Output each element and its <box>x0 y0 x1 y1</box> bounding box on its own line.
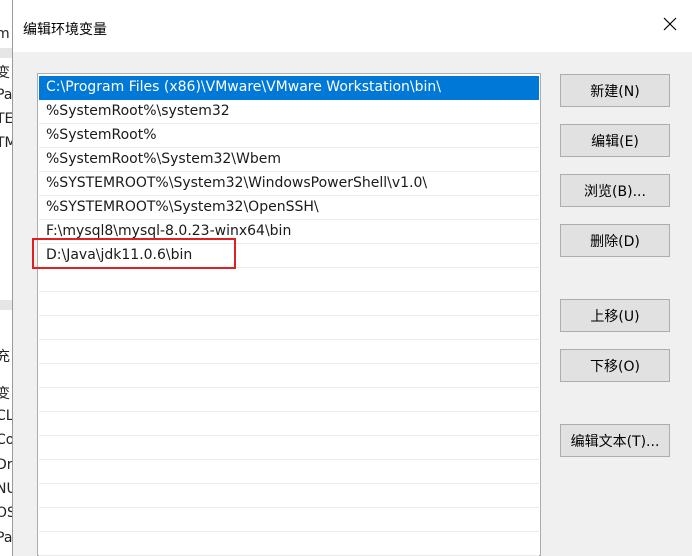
background-band <box>0 300 12 310</box>
path-list[interactable]: C:\Program Files (x86)\VMware\VMware Wor… <box>37 73 541 556</box>
path-item-text: D:\Java\jdk11.0.6\bin <box>46 247 193 263</box>
path-list-empty-row[interactable] <box>39 532 539 556</box>
path-list-empty-row[interactable] <box>39 340 539 364</box>
path-list-item[interactable]: %SYSTEMROOT%\System32\OpenSSH\ <box>39 196 539 220</box>
path-list-item[interactable]: %SystemRoot%\System32\Wbem <box>39 148 539 172</box>
move-up-button[interactable]: 上移(U) <box>560 299 670 332</box>
path-list-empty-row[interactable] <box>39 268 539 292</box>
title-bar[interactable]: 编辑环境变量 <box>13 0 692 52</box>
edit-button[interactable]: 编辑(E) <box>560 124 670 157</box>
path-list-empty-row[interactable] <box>39 292 539 316</box>
path-item-text: %SYSTEMROOT%\System32\WindowsPowerShell\… <box>46 175 428 191</box>
dialog-title: 编辑环境变量 <box>23 22 107 38</box>
path-list-item[interactable]: %SystemRoot% <box>39 124 539 148</box>
path-list-item[interactable]: D:\Java\jdk11.0.6\bin <box>39 244 539 268</box>
path-list-item[interactable]: %SYSTEMROOT%\System32\WindowsPowerShell\… <box>39 172 539 196</box>
background-fragment: m <box>0 26 10 42</box>
delete-button[interactable]: 删除(D) <box>560 224 670 257</box>
edit-env-var-dialog: 编辑环境变量 C:\Program Files (x86)\VMware\VMw… <box>12 0 692 556</box>
path-item-text: C:\Program Files (x86)\VMware\VMware Wor… <box>46 79 442 95</box>
background-fragment: Pa <box>0 87 13 103</box>
move-down-button[interactable]: 下移(O) <box>560 349 670 382</box>
background-fragment: 变 <box>0 383 10 403</box>
path-item-text: %SystemRoot%\system32 <box>46 103 230 119</box>
path-list-item[interactable]: F:\mysql8\mysql-8.0.23-winx64\bin <box>39 220 539 244</box>
path-list-empty-row[interactable] <box>39 508 539 532</box>
path-list-empty-row[interactable] <box>39 316 539 340</box>
path-list-empty-row[interactable] <box>39 436 539 460</box>
path-list-empty-row[interactable] <box>39 412 539 436</box>
browse-button[interactable]: 浏览(B)... <box>560 174 670 207</box>
background-band <box>0 48 12 58</box>
path-list-empty-row[interactable] <box>39 364 539 388</box>
edit-text-button[interactable]: 编辑文本(T)... <box>560 424 670 457</box>
path-item-text: %SystemRoot%\System32\Wbem <box>46 151 281 167</box>
new-button[interactable]: 新建(N) <box>560 74 670 107</box>
path-list-empty-row[interactable] <box>39 484 539 508</box>
background-fragment: Pa <box>0 530 13 546</box>
path-list-empty-row[interactable] <box>39 388 539 412</box>
background-fragment: 充 <box>0 346 10 366</box>
close-button[interactable] <box>647 0 692 52</box>
path-list-item[interactable]: %SystemRoot%\system32 <box>39 100 539 124</box>
path-item-text: %SystemRoot% <box>46 127 157 143</box>
background-fragment: 变 <box>0 62 10 82</box>
close-icon <box>662 16 678 36</box>
path-list-empty-row[interactable] <box>39 460 539 484</box>
background-fragment: Dr <box>0 457 13 473</box>
path-item-text: %SYSTEMROOT%\System32\OpenSSH\ <box>46 199 319 215</box>
path-list-item[interactable]: C:\Program Files (x86)\VMware\VMware Wor… <box>39 76 539 100</box>
path-item-text: F:\mysql8\mysql-8.0.23-winx64\bin <box>46 223 292 239</box>
